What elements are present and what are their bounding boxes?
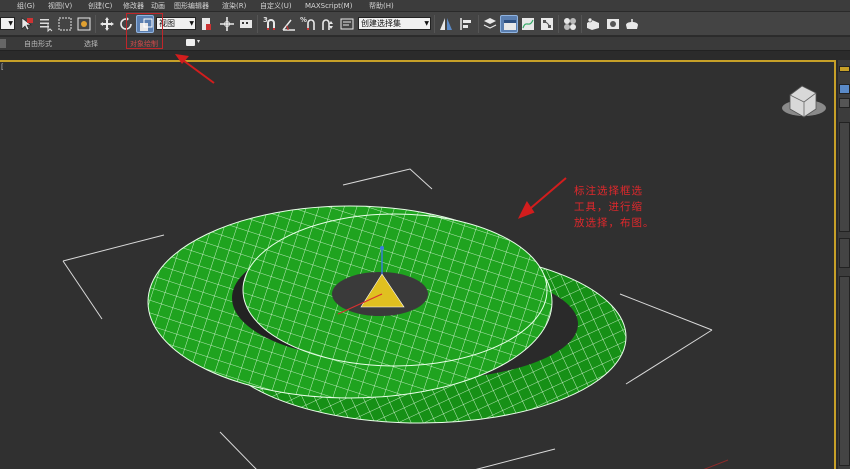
material-editor-icon bbox=[564, 18, 576, 30]
tab-selection[interactable]: 选择 bbox=[84, 39, 98, 49]
pivot-button[interactable] bbox=[198, 15, 216, 33]
angle-snap-icon bbox=[282, 19, 295, 31]
menu-modifiers[interactable]: 修改器 bbox=[123, 1, 144, 11]
snap-label: 3 bbox=[263, 16, 268, 24]
menu-help[interactable]: 帮助(H) bbox=[369, 1, 394, 11]
select-object-button[interactable] bbox=[18, 15, 36, 33]
toolbar-separator bbox=[95, 15, 96, 33]
panel-rollout[interactable] bbox=[839, 238, 850, 268]
select-by-name-button[interactable] bbox=[37, 15, 55, 33]
toolbar-separator bbox=[478, 15, 479, 33]
select-by-name-icon bbox=[40, 19, 53, 33]
edit-named-selection-icon bbox=[340, 18, 354, 30]
spinner-snap-button[interactable] bbox=[318, 15, 336, 33]
schematic-view-button[interactable] bbox=[538, 15, 556, 33]
material-editor-button[interactable] bbox=[561, 15, 579, 33]
rect-select-button[interactable] bbox=[56, 15, 74, 33]
ribbon-collapse-handle[interactable] bbox=[0, 39, 6, 48]
layer-manager-icon bbox=[483, 18, 497, 29]
menu-maxscript[interactable]: MAXScript(M) bbox=[305, 1, 352, 11]
menu-bar: 组(G) 视图(V) 创建(C) 修改器 动画 图形编辑器 渲染(R) 自定义(… bbox=[0, 0, 850, 12]
menu-rendering[interactable]: 渲染(R) bbox=[222, 1, 246, 11]
rendered-frame-button[interactable] bbox=[604, 15, 622, 33]
snap-label: % bbox=[300, 16, 308, 24]
curve-editor-button[interactable] bbox=[519, 15, 537, 33]
snap-toggle-button[interactable]: 3 bbox=[261, 15, 279, 33]
render-button[interactable] bbox=[623, 15, 641, 33]
select-object-icon bbox=[21, 17, 33, 31]
selection-filter-dropdown[interactable]: ▼ bbox=[0, 17, 15, 30]
layer-manager-button[interactable] bbox=[481, 15, 499, 33]
annotation-text: 标注选择框选 工具，进行缩 放选择，布图。 bbox=[574, 185, 655, 229]
toolbar-separator bbox=[434, 15, 435, 33]
rect-select-icon bbox=[58, 17, 72, 31]
panel-modify-tab[interactable] bbox=[839, 98, 850, 108]
tab-freeform[interactable]: 自由形式 bbox=[24, 39, 52, 49]
mirror-icon bbox=[440, 18, 452, 30]
annotation-arrow bbox=[517, 177, 567, 219]
command-panel bbox=[838, 60, 850, 469]
viewport-scene bbox=[62, 85, 826, 469]
toolbar-separator bbox=[581, 15, 582, 33]
pivot-icon bbox=[202, 18, 211, 30]
tool-highlight-box bbox=[126, 13, 163, 49]
angle-snap-button[interactable] bbox=[280, 15, 298, 33]
panel-rollout[interactable] bbox=[839, 122, 850, 232]
panel-rollout[interactable] bbox=[839, 276, 850, 466]
panel-tab-indicator[interactable] bbox=[839, 66, 850, 72]
window-crossing-button[interactable] bbox=[75, 15, 93, 33]
select-manipulate-button[interactable] bbox=[218, 15, 236, 33]
align-icon bbox=[460, 18, 471, 30]
render-setup-button[interactable] bbox=[584, 15, 602, 33]
graphite-toggle-icon bbox=[504, 20, 516, 30]
percent-snap-button[interactable]: % bbox=[299, 15, 317, 33]
chevron-down-icon: ▼ bbox=[189, 20, 194, 27]
align-button[interactable] bbox=[457, 15, 475, 33]
annotation-mark bbox=[703, 459, 729, 469]
move-button[interactable] bbox=[98, 15, 116, 33]
toolbar-annotation-arrow bbox=[175, 54, 215, 84]
view-cube-icon bbox=[782, 85, 826, 118]
edit-named-selection-button[interactable] bbox=[338, 15, 356, 33]
named-selection-value: 创建选择集 bbox=[361, 19, 401, 28]
move-icon bbox=[100, 17, 114, 31]
menu-group[interactable]: 组(G) bbox=[17, 1, 35, 11]
manipulate-icon bbox=[220, 17, 234, 31]
menu-graph-editors[interactable]: 图形编辑器 bbox=[174, 1, 209, 11]
render-setup-icon bbox=[587, 17, 599, 30]
mirror-button[interactable] bbox=[437, 15, 455, 33]
panel-create-tab[interactable] bbox=[839, 84, 850, 94]
named-selection-dropdown[interactable]: 创建选择集 ▼ bbox=[358, 17, 431, 30]
menu-customize[interactable]: 自定义(U) bbox=[260, 1, 292, 11]
graphite-toggle-button[interactable] bbox=[500, 15, 518, 33]
menu-views[interactable]: 视图(V) bbox=[48, 1, 72, 11]
menu-animation[interactable]: 动画 bbox=[151, 1, 165, 11]
curve-editor-icon bbox=[522, 18, 534, 30]
toolbar-separator bbox=[558, 15, 559, 33]
schematic-view-icon bbox=[541, 18, 553, 30]
torus-ring-middle bbox=[242, 213, 548, 367]
chevron-down-icon: ▼ bbox=[424, 20, 429, 27]
keyboard-icon bbox=[240, 20, 252, 28]
render-icon bbox=[626, 19, 638, 29]
menu-create[interactable]: 创建(C) bbox=[88, 1, 112, 11]
window-crossing-icon bbox=[77, 17, 91, 31]
spinner-snap-icon bbox=[322, 19, 333, 30]
toolbar-separator bbox=[257, 15, 258, 33]
perspective-viewport[interactable]: [标注选择框选 工具，进行缩 放选择，布图。 bbox=[0, 60, 836, 469]
keyboard-shortcut-button[interactable] bbox=[237, 15, 255, 33]
app-window: 组(G) 视图(V) 创建(C) 修改器 动画 图形编辑器 渲染(R) 自定义(… bbox=[0, 0, 850, 469]
chevron-down-icon: ▼ bbox=[8, 20, 13, 27]
rendered-frame-icon bbox=[607, 19, 619, 29]
